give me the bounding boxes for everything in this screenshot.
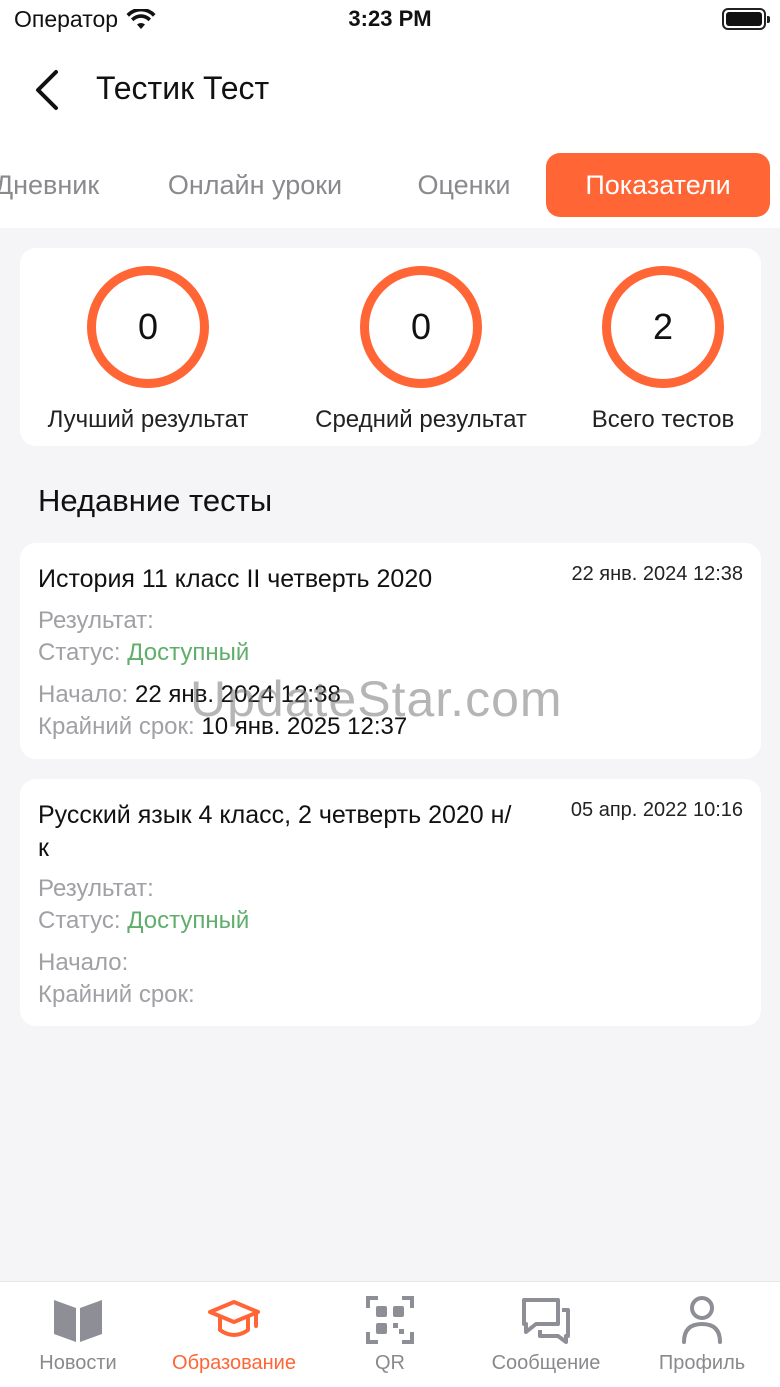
start-value: 22 янв. 2024 12:38: [134, 681, 341, 708]
status-bar: Оператор 3:23 PM: [0, 0, 780, 40]
deadline-row: Крайний срок: 10 янв. 2025 12:37: [38, 713, 407, 741]
status-label: Статус:: [38, 907, 121, 934]
tab-indicators[interactable]: Показатели: [546, 153, 770, 217]
qr-code-icon: [366, 1296, 414, 1344]
stat-total-tests: 2 Всего тестов: [582, 266, 744, 434]
deadline-value: 10 янв. 2025 12:37: [201, 713, 408, 740]
tab-grades[interactable]: Оценки: [400, 153, 528, 217]
result-label: Результат:: [38, 607, 154, 634]
status-time: 3:23 PM: [348, 6, 432, 31]
stat-label: Лучший результат: [47, 406, 249, 433]
start-label: Начало:: [38, 681, 129, 708]
result-row: Результат:: [38, 875, 154, 903]
person-icon: [682, 1296, 722, 1344]
page-title: Тестик Тест: [96, 70, 270, 106]
bottom-navigation: Новости Образование QR Сообщение Профиль: [0, 1281, 780, 1387]
stats-card: 0 Лучший результат 0 Средний результат 2…: [20, 248, 761, 446]
status-value: Доступный: [127, 639, 250, 666]
nav-messages[interactable]: Сообщение: [468, 1292, 624, 1375]
nav-messages-label: Сообщение: [491, 1352, 601, 1374]
status-value: Доступный: [127, 907, 250, 934]
status-row: Статус: Доступный: [38, 639, 249, 667]
stat-ring: 0: [87, 266, 209, 388]
tab-diary[interactable]: Дневник: [0, 153, 122, 217]
tab-bar: Дневник Онлайн уроки Оценки Показатели: [0, 140, 780, 228]
graduation-cap-icon: [208, 1300, 260, 1337]
start-row: Начало: 22 янв. 2024 12:38: [38, 681, 341, 709]
status-label: Статус:: [38, 639, 121, 666]
section-title: Недавние тесты: [38, 483, 273, 518]
nav-qr[interactable]: QR: [312, 1292, 468, 1375]
start-row: Начало:: [38, 949, 128, 977]
result-label: Результат:: [38, 875, 154, 902]
stat-ring: 0: [360, 266, 482, 388]
nav-news-label: Новости: [39, 1352, 117, 1374]
nav-qr-label: QR: [375, 1352, 405, 1374]
stat-label: Всего тестов: [591, 406, 735, 433]
stat-ring: 2: [602, 266, 724, 388]
test-date: 05 апр. 2022 10:16: [570, 799, 743, 821]
deadline-label: Крайний срок:: [38, 981, 195, 1008]
test-card[interactable]: Русский язык 4 класс, 2 четверть 2020 н/…: [20, 779, 761, 1026]
tab-online-lessons[interactable]: Онлайн уроки: [150, 153, 360, 217]
back-button[interactable]: [26, 68, 70, 112]
chevron-left-icon: [36, 70, 58, 110]
chat-icon: [522, 1298, 570, 1344]
nav-education[interactable]: Образование: [156, 1292, 312, 1375]
stat-average-result: 0 Средний результат: [306, 266, 536, 434]
result-row: Результат:: [38, 607, 154, 635]
book-icon: [54, 1300, 102, 1342]
stat-label: Средний результат: [315, 406, 527, 433]
nav-news[interactable]: Новости: [0, 1292, 156, 1375]
test-card[interactable]: История 11 класс II четверть 2020 22 янв…: [20, 543, 761, 759]
test-date: 22 янв. 2024 12:38: [571, 563, 743, 585]
battery-icon: [722, 8, 770, 30]
nav-profile-label: Профиль: [658, 1352, 746, 1374]
test-title: История 11 класс II четверть 2020: [38, 565, 433, 593]
nav-header: Тестик Тест: [0, 40, 780, 140]
status-row: Статус: Доступный: [38, 907, 249, 935]
nav-profile[interactable]: Профиль: [624, 1292, 780, 1375]
start-label: Начало:: [38, 949, 129, 976]
test-title: Русский язык 4 класс, 2 четверть 2020 н/…: [38, 801, 512, 862]
deadline-row: Крайний срок:: [38, 981, 195, 1009]
nav-education-label: Образование: [172, 1352, 296, 1374]
deadline-label: Крайний срок:: [38, 713, 195, 740]
stat-best-result: 0 Лучший результат: [38, 266, 258, 434]
